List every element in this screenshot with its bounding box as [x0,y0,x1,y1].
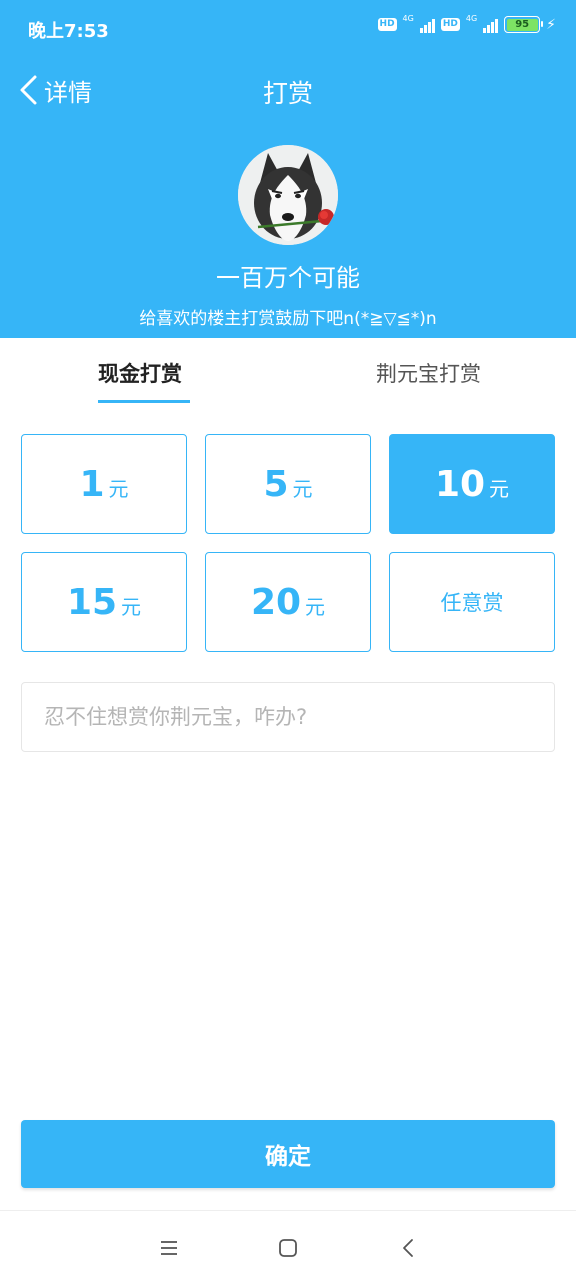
amount-value: 15 [66,581,118,623]
subtitle: 给喜欢的楼主打赏鼓励下吧n(*≧▽≦*)n [139,309,437,329]
tab-cash-reward[interactable]: 现金打赏 [98,358,182,388]
battery-icon: 95 [504,16,544,33]
custom-amount-label: 任意赏 [440,591,504,615]
amount-value: 1 [79,463,105,505]
status-time: 晚上7:53 [28,21,109,42]
nav-bar: 详情 打赏 [0,66,576,116]
network-type: 4G [465,14,478,23]
amount-unit: 元 [108,476,129,501]
amount-unit: 元 [292,476,313,501]
page-title: 打赏 [262,79,313,108]
amount-value: 5 [263,463,289,505]
hd-badge: HD [377,18,397,31]
confirm-button[interactable]: 确定 [21,1120,555,1188]
tab-ingot-reward[interactable]: 荆元宝打赏 [376,358,481,388]
amount-unit: 元 [121,594,142,619]
signal-icon [483,17,499,33]
active-tab-indicator [98,400,190,403]
amount-unit: 元 [305,594,326,619]
system-nav-bar [0,1210,576,1280]
home-icon[interactable] [277,1237,299,1259]
avatar [238,145,338,245]
amount-unit: 元 [489,476,510,501]
network-type: 4G [402,14,414,23]
status-bar: 晚上7:53 HD 4G HD 4G 95 ⚡ [0,0,576,56]
tab-bar: 现金打赏 荆元宝打赏 [0,338,576,404]
amount-option-20[interactable]: 20 元 [205,552,371,652]
username: 一百万个可能 [216,264,360,292]
battery-level: 95 [506,18,538,31]
signal-icon [419,17,435,33]
amount-option-5[interactable]: 5 元 [205,434,371,534]
amount-option-custom[interactable]: 任意赏 [389,552,555,652]
status-icons: HD 4G HD 4G 95 ⚡ [377,14,556,33]
menu-icon[interactable] [158,1237,180,1259]
header: 晚上7:53 HD 4G HD 4G 95 ⚡ 详情 打赏 一百万个可能 给喜欢… [0,0,576,338]
back-triangle-icon[interactable] [398,1237,420,1259]
amount-option-15[interactable]: 15 元 [21,552,187,652]
husky-avatar-image [238,145,338,245]
charging-icon: ⚡ [546,16,556,33]
hd-badge: HD [440,18,460,31]
amount-value: 10 [434,463,486,505]
amount-option-1[interactable]: 1 元 [21,434,187,534]
amount-value: 20 [250,581,302,623]
amount-option-10[interactable]: 10 元 [389,434,555,534]
message-input[interactable] [21,682,555,752]
